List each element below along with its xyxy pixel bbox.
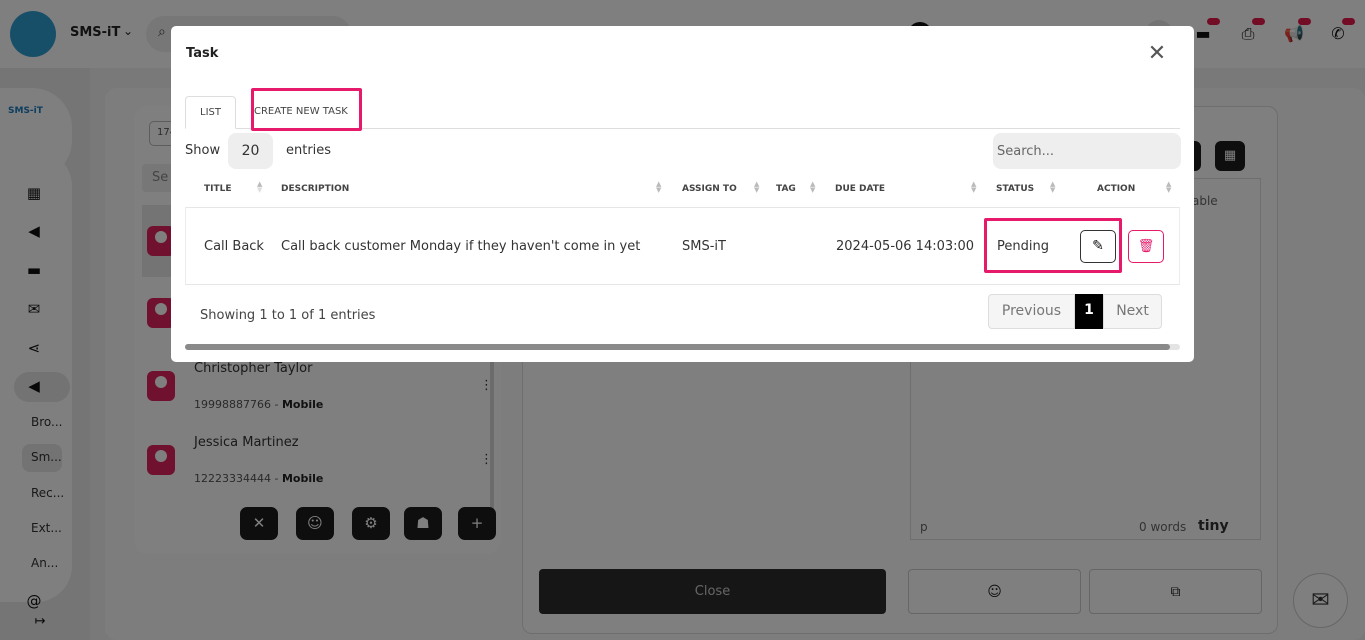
task-due-date: 2024-05-06 14:03:00	[836, 239, 975, 254]
task-assign-to: SMS-iT	[682, 239, 726, 254]
modal-title: Task	[186, 46, 219, 61]
task-description: Call back customer Monday if they haven'…	[281, 239, 641, 254]
table-info: Showing 1 to 1 of 1 entries	[200, 308, 376, 323]
sort-icon[interactable]: ▲ ▼	[1166, 181, 1171, 194]
column-tag[interactable]: TAG	[776, 184, 796, 194]
show-label: Show	[185, 143, 221, 158]
tab-list[interactable]: LIST	[185, 96, 236, 129]
highlight-create-tab	[251, 88, 362, 131]
task-title: Call Back	[204, 239, 264, 254]
column-status[interactable]: STATUS	[996, 184, 1034, 194]
table-horizontal-scrollbar[interactable]	[185, 344, 1180, 350]
entries-label: entries	[286, 143, 332, 158]
column-description[interactable]: DESCRIPTION	[281, 184, 349, 194]
pagination-next[interactable]: Next	[1103, 294, 1162, 329]
sort-icon[interactable]: ▲ ▼	[810, 181, 815, 194]
highlight-status-action	[984, 218, 1122, 273]
column-due-date[interactable]: DUE DATE	[835, 184, 885, 194]
sort-icon[interactable]: ▲ ▼	[1050, 181, 1055, 194]
pagination-previous[interactable]: Previous	[988, 294, 1075, 329]
task-modal: Task ✕ LIST CREATE NEW TASK Show 20 entr…	[171, 26, 1194, 362]
column-title[interactable]: TITLE	[204, 184, 232, 194]
column-assign-to[interactable]: ASSIGN TO	[682, 184, 737, 194]
trash-icon: 🗑	[1137, 239, 1155, 254]
sort-icon[interactable]: ▲ ▼	[971, 181, 976, 194]
close-icon[interactable]: ✕	[1145, 42, 1169, 66]
pagination-page-1[interactable]: 1	[1075, 294, 1103, 329]
sort-icon[interactable]: ▲ ▼	[656, 181, 661, 194]
delete-task-button[interactable]: 🗑	[1128, 230, 1164, 263]
task-search-input[interactable]	[993, 133, 1181, 169]
page-size-select[interactable]: 20	[228, 133, 273, 169]
sort-asc-icon[interactable]: ▲ ▼	[257, 181, 262, 194]
sort-icon[interactable]: ▲ ▼	[754, 181, 759, 194]
column-action[interactable]: ACTION	[1097, 184, 1135, 194]
scrollbar-thumb[interactable]	[185, 344, 1170, 350]
